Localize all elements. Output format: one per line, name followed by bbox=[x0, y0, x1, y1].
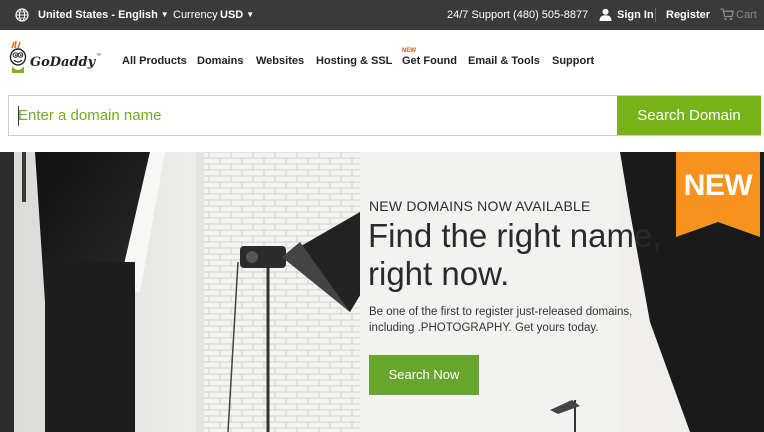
currency-value: USD bbox=[220, 9, 244, 21]
nav-hosting-ssl[interactable]: Hosting & SSL bbox=[316, 55, 392, 67]
hero-banner: NEW DOMAINS NOW AVAILABLE Find the right… bbox=[0, 152, 764, 432]
hero-description: Be one of the first to register just-rel… bbox=[369, 306, 633, 334]
nav-support[interactable]: Support bbox=[552, 55, 594, 67]
hero-title: Find the right name, right now. bbox=[368, 217, 662, 292]
locale-label: United States - English bbox=[38, 9, 158, 21]
sign-in-link[interactable]: Sign In bbox=[617, 9, 654, 21]
svg-text:™: ™ bbox=[96, 53, 101, 59]
nav-websites[interactable]: Websites bbox=[256, 55, 304, 67]
divider bbox=[655, 8, 656, 22]
domain-search-input[interactable] bbox=[18, 101, 608, 130]
chevron-down-icon: ▼ bbox=[246, 10, 255, 19]
register-link[interactable]: Register bbox=[666, 9, 710, 21]
nav-get-found[interactable]: Get Found bbox=[402, 55, 457, 67]
nav-domains[interactable]: Domains bbox=[197, 55, 243, 67]
new-tag: NEW bbox=[683, 169, 753, 202]
support-phone[interactable]: 24/7 Support (480) 505-8877 bbox=[447, 9, 588, 21]
cart-link[interactable]: Cart bbox=[736, 9, 757, 21]
chevron-down-icon: ▼ bbox=[160, 10, 169, 19]
search-domain-button[interactable]: Search Domain bbox=[617, 96, 761, 135]
svg-text:GoDaddy: GoDaddy bbox=[30, 55, 97, 70]
globe-icon bbox=[15, 8, 29, 22]
hero-kicker: NEW DOMAINS NOW AVAILABLE bbox=[369, 198, 591, 214]
new-badge: NEW bbox=[402, 48, 416, 54]
user-icon bbox=[599, 8, 612, 21]
locale-selector[interactable]: United States - English ▼ bbox=[38, 9, 169, 21]
main-nav: GoDaddy ™ All Products Domains Websites … bbox=[0, 30, 764, 90]
nav-all-products[interactable]: All Products bbox=[122, 55, 187, 67]
nav-email-tools[interactable]: Email & Tools bbox=[468, 55, 540, 67]
search-now-button[interactable]: Search Now bbox=[369, 355, 479, 395]
currency-selector[interactable]: USD ▼ bbox=[220, 9, 254, 21]
cart-icon bbox=[720, 8, 734, 21]
currency-label: Currency bbox=[173, 9, 218, 21]
godaddy-logo[interactable]: GoDaddy ™ bbox=[8, 40, 103, 80]
top-utility-bar: United States - English ▼ Currency USD ▼ 2… bbox=[0, 0, 764, 30]
